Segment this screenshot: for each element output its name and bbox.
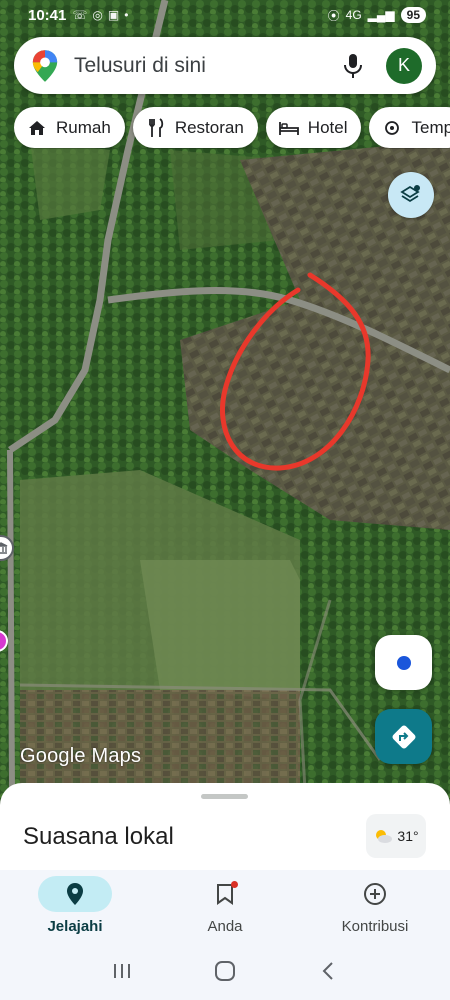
tab-label: Jelajahi: [47, 918, 103, 935]
google-maps-pin-icon: [32, 49, 58, 82]
weather-chip[interactable]: 31°: [366, 814, 426, 858]
search-bar[interactable]: Telusuri di sini K: [14, 37, 436, 94]
account-avatar[interactable]: K: [386, 47, 422, 84]
category-chips: Rumah Restoran Hotel Temp: [14, 107, 450, 149]
partly-cloudy-icon: [376, 830, 393, 843]
system-navigation-bar: [0, 942, 450, 1000]
dot-icon: •: [124, 8, 129, 22]
search-input[interactable]: Telusuri di sini: [74, 54, 338, 78]
watermark-google: Google: [20, 745, 86, 767]
directions-icon: [392, 725, 415, 748]
microphone-icon[interactable]: [338, 51, 368, 81]
google-maps-watermark: Google Maps: [20, 745, 141, 768]
chip-hotel[interactable]: Hotel: [265, 107, 362, 148]
watermark-maps: Maps: [91, 745, 142, 767]
attraction-icon: [381, 117, 403, 139]
local-vibe-sheet[interactable]: Suasana lokal 31°: [0, 783, 450, 873]
chip-label: Hotel: [307, 117, 348, 137]
calendar-icon: ▣: [107, 8, 120, 22]
tab-contribute[interactable]: Kontribusi: [300, 870, 450, 942]
tab-explore[interactable]: Jelajahi: [0, 870, 150, 942]
battery-level: 95: [400, 7, 426, 23]
chip-attraction[interactable]: Temp: [369, 107, 450, 148]
whatsapp-icon: ◎: [92, 8, 103, 22]
notification-dot: [231, 881, 238, 888]
bookmark-icon: [188, 876, 262, 912]
network-type: 4G: [345, 8, 362, 22]
tab-you[interactable]: Anda: [150, 870, 300, 942]
layers-icon: [400, 185, 420, 203]
my-location-button[interactable]: [375, 635, 432, 690]
back-icon[interactable]: [313, 956, 343, 986]
temperature: 31°: [397, 828, 419, 844]
chip-label: Rumah: [56, 117, 111, 137]
directions-button[interactable]: [375, 709, 432, 764]
location-status-icon: ⦿: [327, 8, 340, 23]
explore-pin-icon: [38, 876, 112, 912]
chip-label: Temp: [411, 117, 450, 137]
signal-icon: ▂▄▆: [367, 8, 395, 22]
recent-apps-icon[interactable]: [107, 956, 137, 986]
status-bar: 10:41 ☏ ◎ ▣ • ⦿ 4G ▂▄▆ 95: [0, 0, 450, 30]
home-icon: [26, 117, 48, 139]
chip-home[interactable]: Rumah: [14, 107, 125, 148]
layers-button[interactable]: [388, 172, 434, 218]
chip-label: Restoran: [174, 117, 244, 137]
bottom-navigation: Jelajahi Anda Kontribusi: [0, 870, 450, 942]
tab-label: Kontribusi: [341, 918, 409, 935]
add-circle-icon: [338, 876, 412, 912]
clock: 10:41: [28, 6, 67, 24]
chip-restaurant[interactable]: Restoran: [132, 107, 258, 148]
tab-label: Anda: [207, 918, 243, 935]
home-button-icon[interactable]: [210, 956, 240, 986]
drag-handle[interactable]: [201, 794, 248, 799]
sheet-title: Suasana lokal: [23, 823, 174, 850]
hotel-icon: [278, 117, 300, 139]
location-dot-icon: [396, 655, 411, 670]
restaurant-icon: [145, 117, 167, 139]
call-icon: ☏: [72, 8, 88, 22]
notification-icons: ☏ ◎ ▣ •: [72, 8, 128, 22]
